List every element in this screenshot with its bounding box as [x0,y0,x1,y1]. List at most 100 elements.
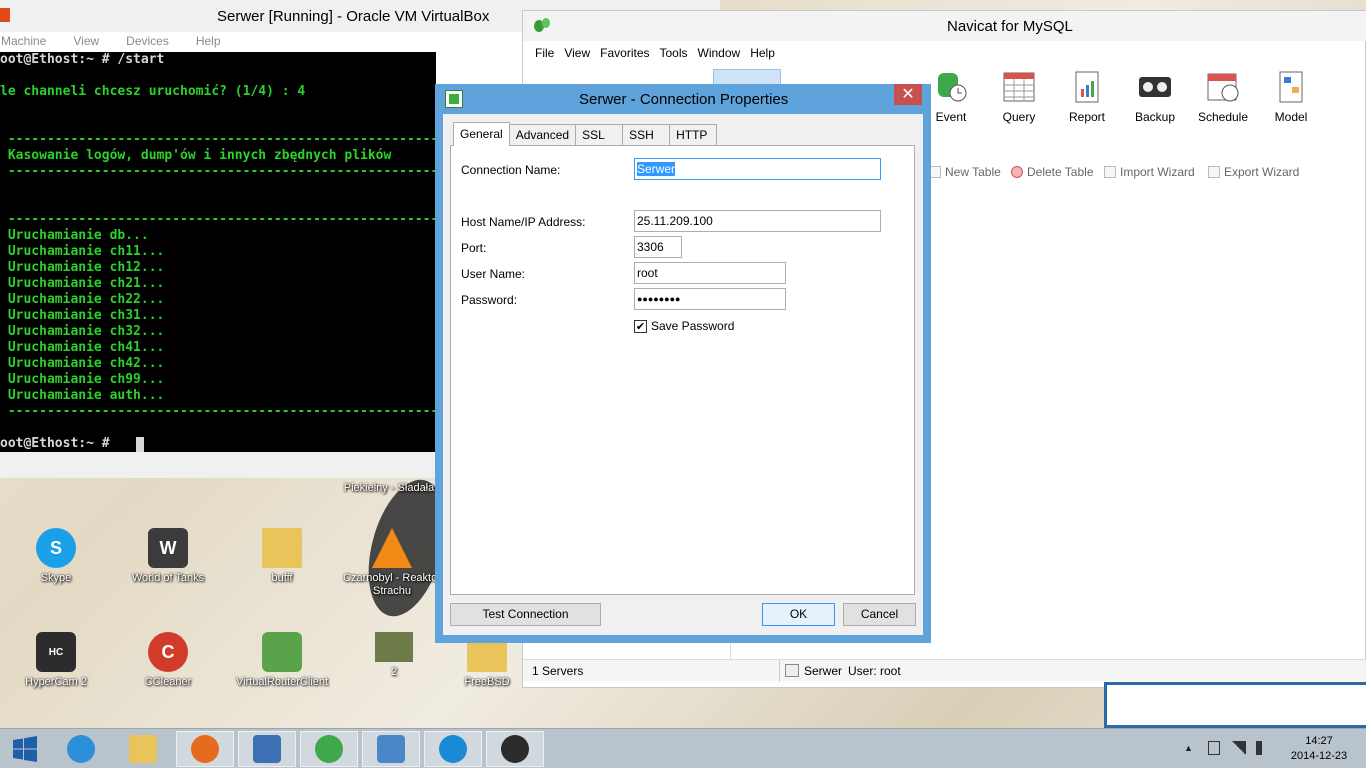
terminal-line: ----------------------------------------… [7,212,436,227]
device-icon[interactable] [1208,741,1220,755]
terminal-line: oot@Ethost:~ # [0,436,118,451]
taskbar-lemur-app[interactable] [486,731,544,767]
tab-general[interactable]: General [453,122,510,146]
toolbar-model-button[interactable]: Model [1260,71,1322,124]
desktop-icon-ccleaner[interactable]: C CCleaner [120,632,216,689]
navicat-menu-help[interactable]: Help [750,46,775,60]
tab-advanced[interactable]: Advanced [508,124,577,146]
network-app-icon [377,735,405,763]
terminal-line: Kasowanie logów, dump'ów i innych zbędny… [0,148,392,163]
save-password-label: Save Password [651,319,735,333]
desktop-icon-label: FreeBSD [464,676,510,688]
taskbar-internet-explorer[interactable] [52,731,110,767]
connection-name-label: Connection Name: [461,163,561,177]
volume-icon[interactable] [1256,741,1268,755]
clock-time: 14:27 [1305,735,1333,747]
desktop-icon-hypercam[interactable]: HC HyperCam 2 [8,632,104,689]
terminal-line: Uruchamianie ch32... [0,324,165,339]
navicat-menu-favorites[interactable]: Favorites [600,46,649,60]
test-connection-button[interactable]: Test Connection [450,603,601,626]
connection-name-field[interactable]: Serwer [634,158,881,180]
hypercam-icon: HC [36,632,76,672]
navicat-logo-icon [534,18,550,32]
navicat-menu-window[interactable]: Window [698,46,741,60]
taskbar-file-explorer[interactable] [114,731,172,767]
image-thumbnail-icon [375,632,413,662]
save-password-checkbox[interactable]: ✔ Save Password [634,319,734,333]
tab-http[interactable]: HTTP [669,124,718,146]
navicat-menu-file[interactable]: File [535,46,554,60]
host-field[interactable]: 25.11.209.100 [634,210,881,232]
report-icon [1075,71,1099,103]
password-field[interactable]: ●●●●●●●● [634,288,786,310]
navicat-titlebar[interactable]: Navicat for MySQL [523,11,1366,41]
port-field[interactable]: 3306 [634,236,682,258]
taskbar: ▲ 14:27 2014-12-23 [0,728,1366,768]
navicat-title: Navicat for MySQL [947,18,1073,35]
toolbar-report-button[interactable]: Report [1056,71,1118,124]
terminal-line: Uruchamianie ch12... [0,260,165,275]
terminal-line: Uruchamianie ch41... [0,340,165,355]
firefox-icon [191,735,219,763]
close-button[interactable]: ✕ [894,84,922,105]
vbox-menu-machine[interactable]: Machine [1,34,46,52]
checkmark-icon: ✔ [634,319,647,333]
dialog-titlebar[interactable]: Serwer - Connection Properties ✕ [435,84,931,114]
desktop-icon-czarnobyl[interactable]: Czarnobyl - Reaktor Strachu [342,528,442,598]
start-button[interactable] [0,731,50,767]
terminal-screen[interactable]: oot@Ethost:~ # /start le channeli chcesz… [0,52,436,452]
connection-properties-dialog[interactable]: Serwer - Connection Properties ✕ General… [435,84,931,643]
windows-start-icon [13,736,37,762]
navicat-menu-tools[interactable]: Tools [660,46,688,60]
delete-table-button[interactable]: Delete Table [1011,165,1094,179]
terminal-line: le channeli chcesz uruchomić? (1/4) : 4 [0,84,306,99]
desktop-icon-label: VirtualRouterClient [235,676,329,688]
taskbar-hamachi[interactable] [424,731,482,767]
user-name-field[interactable]: root [634,262,786,284]
signal-icon[interactable] [1232,741,1246,755]
internet-explorer-icon [67,735,95,763]
toolbar-query-button[interactable]: Query [988,71,1050,124]
cancel-button[interactable]: Cancel [843,603,916,626]
clock[interactable]: 14:27 2014-12-23 [1282,734,1356,764]
desktop-icon-skype[interactable]: S Skype [8,528,104,585]
desktop-icon-label: 2 [390,666,398,678]
vbox-title: Serwer [Running] - Oracle VM VirtualBox [217,8,490,25]
connection-icon [785,664,799,677]
desktop-icon-virtualrouter[interactable]: VirtualRouterClient [230,632,334,689]
delete-table-label: Delete Table [1027,165,1094,179]
toolbar-label: Query [1002,110,1036,124]
taskbar-navicat[interactable] [300,731,358,767]
terminal-line: ----------------------------------------… [7,404,436,419]
tab-ssl[interactable]: SSL [575,124,624,146]
taskbar-network-app[interactable] [362,731,420,767]
navicat-menu-view[interactable]: View [564,46,590,60]
taskbar-virtualbox[interactable] [238,731,296,767]
desktop-icon-2[interactable]: 2 [346,632,442,679]
export-wizard-button[interactable]: Export Wizard [1208,165,1299,179]
folder-icon [262,528,302,568]
desktop-icon-bufff[interactable]: bufff [234,528,330,585]
toolbar-backup-button[interactable]: Backup [1124,71,1186,124]
password-label: Password: [461,293,518,307]
navicat-icon [315,735,343,763]
delete-table-icon [1011,166,1023,178]
virtualbox-icon [253,735,281,763]
show-hidden-icons-icon[interactable]: ▲ [1184,743,1193,753]
vbox-menu-devices[interactable]: Devices [126,34,169,52]
toolbar-label: Model [1274,110,1308,124]
tab-strip: General Advanced SSL SSH HTTP [453,122,718,146]
vbox-menu-help[interactable]: Help [196,34,221,52]
desktop-icon-world-of-tanks[interactable]: W World of Tanks [120,528,216,585]
toolbar-schedule-button[interactable]: Schedule [1192,71,1254,124]
ok-button[interactable]: OK [762,603,835,626]
taskbar-firefox[interactable] [176,731,234,767]
tab-ssh[interactable]: SSH [622,124,671,146]
export-wizard-icon [1208,166,1220,178]
terminal-line: Uruchamianie ch31... [0,308,165,323]
vbox-menu-view[interactable]: View [73,34,99,52]
new-table-button[interactable]: New Table [929,165,1001,179]
import-wizard-button[interactable]: Import Wizard [1104,165,1195,179]
file-explorer-icon [129,735,157,763]
export-wizard-label: Export Wizard [1224,165,1300,179]
